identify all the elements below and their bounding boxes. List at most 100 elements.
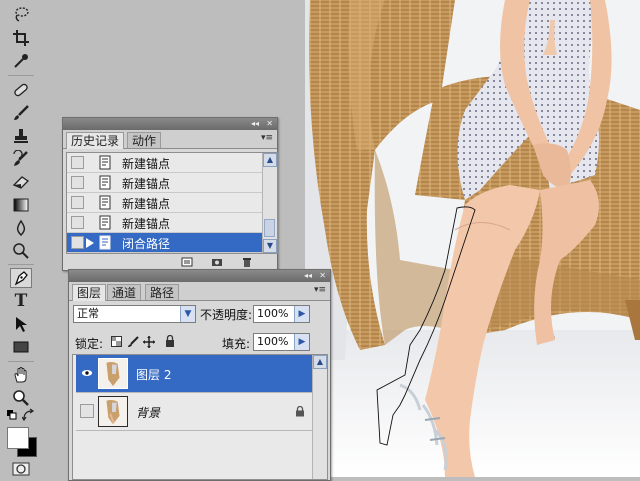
- history-item[interactable]: 新建锚点: [67, 213, 263, 233]
- layers-panel: ◂◂ ✕ 图层 通道 路径 ▾≡ 正常 ▼ 不透明度: 100% ▶ 锁定: 填…: [68, 269, 331, 481]
- history-panel-titlebar[interactable]: ◂◂ ✕: [63, 118, 277, 130]
- lasso-icon[interactable]: [10, 4, 32, 24]
- close-icon[interactable]: ✕: [266, 118, 273, 130]
- history-item-label: 闭合路径: [122, 237, 171, 251]
- source-checkbox[interactable]: [71, 156, 84, 169]
- history-state-arrow-icon: [86, 238, 94, 248]
- opacity-value: 100%: [257, 307, 289, 320]
- document-canvas[interactable]: [305, 0, 640, 477]
- history-item-label: 新建锚点: [122, 177, 171, 191]
- new-document-from-state-icon[interactable]: [181, 257, 193, 267]
- tab-channels[interactable]: 通道: [107, 284, 142, 300]
- lock-image-pixels-icon[interactable]: [127, 336, 139, 348]
- layers-tabs: 图层 通道 路径 ▾≡: [69, 282, 330, 301]
- pen-icon[interactable]: [10, 268, 32, 288]
- layers-panel-titlebar[interactable]: ◂◂ ✕: [69, 270, 330, 282]
- fill-label: 填充:: [222, 337, 251, 351]
- healing-brush-icon[interactable]: [10, 80, 32, 100]
- history-scrollbar[interactable]: ▲ ▼: [262, 153, 277, 253]
- default-colors-icon[interactable]: [6, 409, 18, 421]
- scroll-up-icon[interactable]: ▲: [263, 153, 277, 167]
- tools-panel: T: [0, 0, 41, 477]
- opacity-input[interactable]: 100% ▶: [253, 305, 310, 323]
- tab-layers[interactable]: 图层: [72, 284, 107, 301]
- quick-mask-icon[interactable]: [12, 462, 30, 476]
- layer-row[interactable]: 背景: [76, 393, 316, 431]
- layer-visibility-toggle[interactable]: [80, 404, 94, 418]
- collapse-icon[interactable]: ◂◂: [304, 270, 312, 282]
- document-icon: [99, 195, 111, 210]
- eyedropper-icon[interactable]: [10, 51, 32, 71]
- panel-menu-icon[interactable]: ▾≡: [314, 285, 326, 295]
- tab-history[interactable]: 历史记录: [66, 132, 125, 149]
- history-item-label: 新建锚点: [122, 197, 171, 211]
- opacity-slider-arrow-icon[interactable]: ▶: [294, 306, 309, 322]
- blur-icon[interactable]: [10, 218, 32, 238]
- layers-list: 图层 2 背景 ▲: [72, 354, 328, 480]
- lock-label: 锁定:: [75, 337, 104, 351]
- opacity-label: 不透明度:: [200, 308, 253, 322]
- document-icon: [99, 155, 111, 170]
- history-item[interactable]: 新建锚点: [67, 173, 263, 193]
- history-list: 新建锚点 新建锚点 新建锚点 新建锚点 闭合路径 ▲ ▼: [66, 152, 278, 254]
- blend-mode-select[interactable]: 正常 ▼: [73, 305, 196, 323]
- hand-icon[interactable]: [10, 365, 32, 385]
- lock-transparent-pixels-icon[interactable]: [111, 336, 122, 347]
- history-brush-icon[interactable]: [10, 149, 32, 169]
- lock-position-icon[interactable]: [143, 336, 155, 348]
- history-item-label: 新建锚点: [122, 217, 171, 231]
- trash-icon[interactable]: [241, 257, 253, 267]
- crop-icon[interactable]: [10, 28, 32, 48]
- document-icon: [99, 175, 111, 190]
- layer-thumbnail: [98, 396, 128, 427]
- layer-visibility-toggle[interactable]: [80, 366, 94, 380]
- type-icon[interactable]: T: [10, 291, 32, 311]
- rectangle-icon[interactable]: [10, 337, 32, 357]
- layers-scrollbar[interactable]: ▲: [312, 355, 327, 479]
- eraser-icon[interactable]: [10, 172, 32, 192]
- source-checkbox[interactable]: [71, 236, 84, 249]
- history-item[interactable]: 新建锚点: [67, 193, 263, 213]
- history-panel: ◂◂ ✕ 历史记录 动作 ▾≡ 新建锚点 新建锚点 新建锚点 新建锚点 闭合路径…: [62, 117, 278, 271]
- fill-value: 100%: [257, 335, 289, 348]
- tab-paths[interactable]: 路径: [145, 284, 180, 300]
- close-icon[interactable]: ✕: [319, 270, 326, 282]
- layer-name[interactable]: 背景: [136, 404, 160, 421]
- collapse-icon[interactable]: ◂◂: [251, 118, 259, 130]
- history-footer: [63, 254, 277, 270]
- swap-colors-icon[interactable]: [22, 408, 36, 422]
- layer-thumbnail: [98, 358, 128, 389]
- fill-slider-arrow-icon[interactable]: ▶: [294, 334, 309, 350]
- history-tabs: 历史记录 动作 ▾≡: [63, 130, 277, 149]
- foreground-color-swatch[interactable]: [7, 427, 29, 449]
- fill-input[interactable]: 100% ▶: [253, 333, 310, 351]
- scroll-thumb[interactable]: [264, 219, 275, 237]
- photo-image: [305, 0, 640, 477]
- lock-icon: [296, 406, 304, 417]
- layer-row-selected[interactable]: 图层 2: [76, 355, 316, 393]
- brush-icon[interactable]: [10, 103, 32, 123]
- lock-all-icon[interactable]: [165, 335, 175, 347]
- path-selection-icon[interactable]: [10, 314, 32, 334]
- source-checkbox[interactable]: [71, 196, 84, 209]
- scroll-up-icon[interactable]: ▲: [313, 355, 327, 369]
- tab-actions[interactable]: 动作: [127, 132, 162, 148]
- history-item-selected[interactable]: 闭合路径: [67, 233, 263, 253]
- clone-stamp-icon[interactable]: [10, 126, 32, 146]
- document-icon: [99, 215, 111, 230]
- scroll-down-icon[interactable]: ▼: [263, 239, 277, 253]
- source-checkbox[interactable]: [71, 216, 84, 229]
- gradient-icon[interactable]: [10, 195, 32, 215]
- panel-menu-icon[interactable]: ▾≡: [261, 133, 273, 143]
- layer-name[interactable]: 图层 2: [136, 366, 171, 383]
- zoom-icon[interactable]: [10, 388, 32, 408]
- new-snapshot-icon[interactable]: [211, 257, 223, 267]
- eye-icon: [81, 370, 93, 376]
- dodge-icon[interactable]: [10, 241, 32, 261]
- history-item-label: 新建锚点: [122, 157, 171, 171]
- chevron-down-icon: ▼: [180, 306, 195, 322]
- source-checkbox[interactable]: [71, 176, 84, 189]
- blend-mode-value: 正常: [77, 307, 99, 320]
- document-icon: [99, 235, 111, 250]
- history-item[interactable]: 新建锚点: [67, 153, 263, 173]
